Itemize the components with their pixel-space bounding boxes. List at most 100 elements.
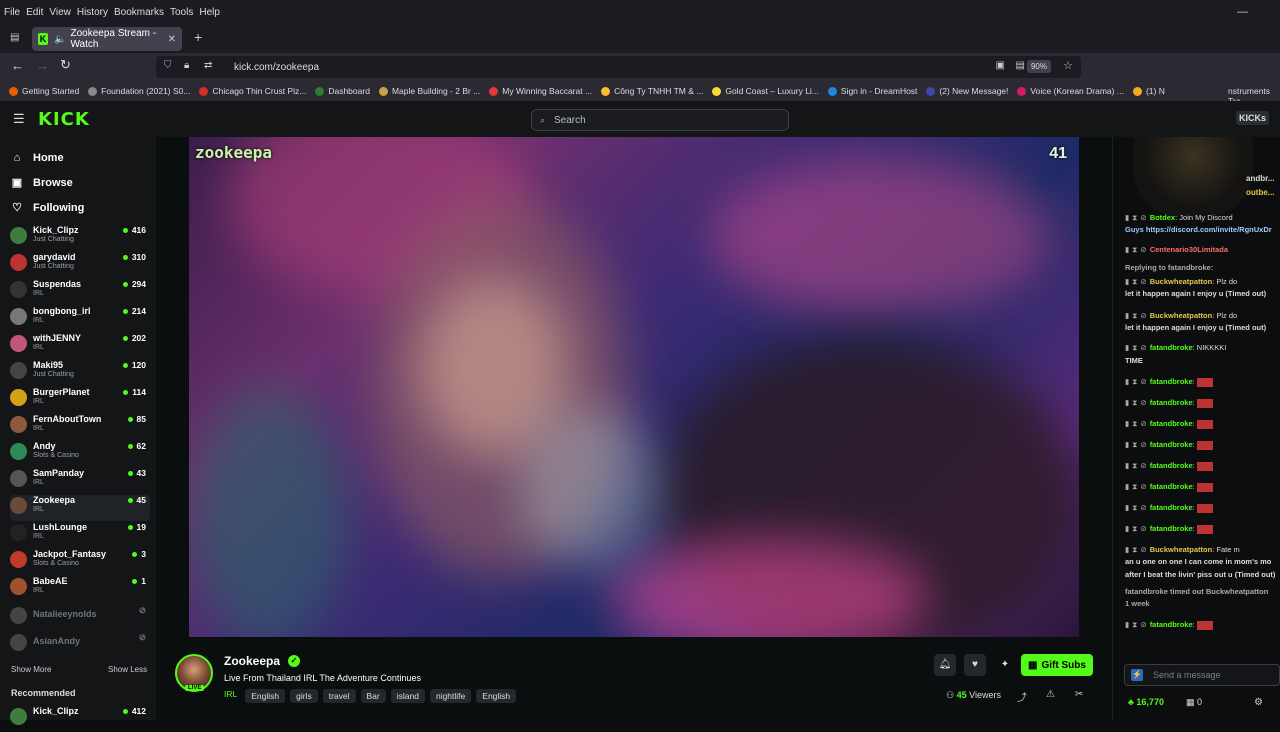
back-icon[interactable]: ← [11, 58, 24, 73]
menu-item-view[interactable]: View [49, 7, 71, 18]
sidebar-channel-garydavid[interactable]: garydavid Just Chatting 310 [10, 252, 150, 278]
chat-message[interactable]: ▮⧗⊘Buckwheatpatton: Plz do [1125, 311, 1280, 321]
category-link[interactable]: IRL [224, 689, 237, 703]
sidebar-channel-maki95[interactable]: Maki95 Just Chatting 120 [10, 360, 150, 386]
bookmark-item[interactable]: My Winning Baccarat ... [489, 86, 592, 96]
gift-count[interactable]: ▦ 0 [1186, 697, 1202, 708]
bookmark-item[interactable]: Sign in - DreamHost [827, 86, 917, 96]
chat-username[interactable]: Buckwheatpatton [1150, 545, 1213, 554]
chat-username[interactable]: Guys https://discord.com/invite/RgnUxDr [1125, 225, 1272, 234]
chat-username[interactable]: fatandbroke [1150, 398, 1193, 407]
chat-message[interactable]: ▮⧗⊘Buckwheatpatton: Fate m [1125, 545, 1280, 555]
sidebar-channel-offline[interactable]: Natalieeynolds ⊘ [10, 605, 150, 631]
chat-username[interactable]: an u one on one I can come in mom's mo [1125, 557, 1271, 566]
tag-chip[interactable]: English [476, 689, 517, 703]
chat-message[interactable]: ▮⧗⊘fatandbroke: [1125, 419, 1280, 429]
hamburger-menu-icon[interactable]: ☰ [13, 111, 25, 127]
sidebar-item-home[interactable]: ⌂ Home [10, 152, 64, 164]
bookmark-item[interactable]: (1) N [1132, 86, 1165, 96]
chat-message[interactable]: ▮⧗⊘fatandbroke: [1125, 377, 1280, 387]
chat-username[interactable]: fatandbroke [1150, 343, 1193, 352]
reload-icon[interactable]: ↻ [60, 57, 71, 73]
chat-username[interactable]: fatandbroke [1150, 461, 1193, 470]
chat-username[interactable]: fatandbroke [1150, 503, 1193, 512]
bookmark-item[interactable]: Dashboard [315, 86, 370, 96]
show-less-button[interactable]: Show Less [108, 665, 147, 674]
kicks-button[interactable]: KICKs [1236, 111, 1270, 125]
chat-input[interactable]: ⚡ Send a message [1124, 664, 1280, 686]
chat-message[interactable]: 1 week [1125, 599, 1280, 608]
sidebar-channel-babeae[interactable]: BabeAE IRL 1 [10, 576, 150, 602]
sidebar-channel-zookeepa[interactable]: Zookeepa IRL 45 [10, 495, 150, 521]
menu-item-file[interactable]: File [4, 7, 20, 18]
url-bar[interactable]: ⛉ 🔒︎ ⇄ kick.com/zookeepa ▣ ▤ 90% ☆ [156, 56, 1081, 78]
gift-subs-button[interactable]: ▦ Gift Subs [1021, 654, 1093, 676]
chat-username[interactable]: Buckwheatpatton [1150, 311, 1213, 320]
chat-username[interactable]: fatandbroke [1150, 440, 1193, 449]
chat-message[interactable]: ▮⧗⊘fatandbroke: [1125, 524, 1280, 534]
permissions-icon[interactable]: ⇄ [204, 60, 212, 71]
tag-chip[interactable]: English [245, 689, 286, 703]
menu-item-help[interactable]: Help [199, 7, 220, 18]
bookmark-item[interactable]: Voice (Korean Drama) ... [1017, 86, 1124, 96]
tag-chip[interactable]: Bar [360, 689, 386, 703]
chat-username[interactable]: Centenario30Limitada [1150, 245, 1228, 254]
chat-username[interactable]: Replying to fatandbroke: [1125, 263, 1213, 272]
bookmark-item[interactable]: Foundation (2021) S0... [88, 86, 190, 96]
video-player[interactable]: zookeepa 41 [189, 137, 1079, 637]
minimize-icon[interactable]: — [1237, 6, 1248, 18]
chat-username[interactable]: TIME [1125, 356, 1143, 365]
channel-points[interactable]: ♣ 16,770 [1128, 697, 1164, 707]
chat-username[interactable]: fatandbroke [1150, 620, 1193, 629]
chat-message[interactable]: ▮⧗⊘Buckwheatpatton: Plz do [1125, 277, 1280, 287]
bookmark-item[interactable]: Maple Building - 2 Br ... [378, 86, 480, 96]
chat-username[interactable]: after I beat the livin' piss out u (Time… [1125, 570, 1275, 579]
chat-username[interactable]: fatandbroke timed out Buckwheatpatton [1125, 587, 1268, 596]
chat-username[interactable]: Buckwheatpatton [1150, 277, 1213, 286]
sidebar-channel-jackpot_fantasy[interactable]: Jackpot_Fantasy Slots & Casino 3 [10, 549, 150, 575]
chat-message[interactable]: ▮⧗⊘fatandbroke: [1125, 440, 1280, 450]
sidebar-channel-suspendas[interactable]: Suspendas IRL 294 [10, 279, 150, 305]
sidebar-channel-lushlounge[interactable]: LushLounge IRL 19 [10, 522, 150, 548]
chat-username[interactable]: Botdex [1150, 213, 1175, 222]
menu-item-bookmarks[interactable]: Bookmarks [114, 7, 164, 18]
tab-active[interactable]: K 🔈 Zookeepa Stream - Watch ✕ [32, 27, 182, 51]
screenshot-icon[interactable]: ▤ [1016, 60, 1025, 71]
sidebar-channel-withjenny[interactable]: withJENNY IRL 202 [10, 333, 150, 359]
close-tab-icon[interactable]: ✕ [168, 34, 176, 45]
sidebar-channel-kick_clipz[interactable]: Kick_Clipz Just Chatting 416 [10, 225, 150, 251]
bookmark-item[interactable]: Gold Coast – Luxury Li... [712, 86, 819, 96]
chat-message[interactable]: ▮⧗⊘fatandbroke: [1125, 461, 1280, 471]
sidebar-item-following[interactable]: ♡ Following [10, 201, 84, 215]
sidebar-channel-bongbong_irl[interactable]: bongbong_irl IRL 214 [10, 306, 150, 332]
chat-message[interactable]: Guys https://discord.com/invite/RgnUxDr [1125, 225, 1280, 234]
emote-icon[interactable]: ⚡ [1131, 669, 1143, 681]
sidebar-channel-fernabouttown[interactable]: FernAboutTown IRL 85 [10, 414, 150, 440]
chat-message[interactable]: TIME [1125, 356, 1280, 365]
chat-message[interactable]: after I beat the livin' piss out u (Time… [1125, 570, 1280, 579]
shield-icon[interactable]: ⛉ [164, 60, 172, 71]
chat-message[interactable]: ▮⧗⊘Centenario30Limitada [1125, 245, 1280, 255]
chat-message[interactable]: ▮⧗⊘fatandbroke: [1125, 503, 1280, 513]
chat-message[interactable]: let it happen again I enjoy u (Timed out… [1125, 289, 1280, 298]
chat-username[interactable]: 1 week [1125, 599, 1150, 608]
sidebar-channel-sampanday[interactable]: SamPanday IRL 43 [10, 468, 150, 494]
sidebar-item-browse[interactable]: ▣ Browse [10, 176, 73, 190]
speaker-icon[interactable]: 🔈 [54, 34, 66, 45]
lock-icon[interactable]: 🔒︎ [184, 60, 189, 71]
chat-username[interactable]: fatandbroke [1150, 377, 1193, 386]
chat-message[interactable]: Replying to fatandbroke: [1125, 263, 1280, 272]
streamer-name[interactable]: Zookeepa [224, 654, 280, 668]
sidebar-channel-burgerplanet[interactable]: BurgerPlanet IRL 114 [10, 387, 150, 413]
bookmark-item[interactable]: (2) New Message! [926, 86, 1008, 96]
show-more-button[interactable]: Show More [11, 665, 51, 674]
menu-item-history[interactable]: History [77, 7, 108, 18]
clip-icon[interactable]: ✂ [1075, 689, 1083, 700]
tab-list-icon[interactable]: ▤ [10, 32, 19, 43]
menu-item-edit[interactable]: Edit [26, 7, 43, 18]
chat-message[interactable]: fatandbroke timed out Buckwheatpatton [1125, 587, 1280, 596]
report-icon[interactable]: ⚠ [1046, 689, 1055, 700]
chat-message[interactable]: ▮⧗⊘fatandbroke: [1125, 620, 1280, 630]
new-tab-icon[interactable]: + [194, 29, 202, 45]
chat-message[interactable]: ▮⧗⊘fatandbroke: NIKKKKI [1125, 343, 1280, 353]
